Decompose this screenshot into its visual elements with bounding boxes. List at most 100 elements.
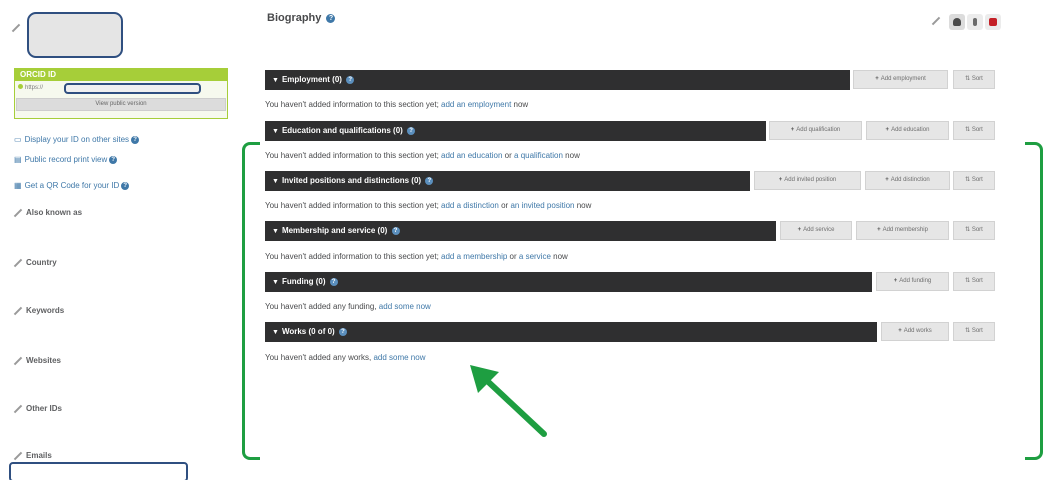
edit-pencil-icon[interactable] [14, 259, 22, 267]
print-icon: ▤ [14, 155, 22, 164]
employment-section-bar[interactable]: ▼ Employment (0) ? [265, 70, 850, 90]
sort-button[interactable]: ⇅ Sort [953, 272, 995, 291]
display-id-link[interactable]: ▭ Display your ID on other sites? [14, 135, 140, 144]
add-qualification-link[interactable]: a qualification [514, 151, 563, 160]
country-section: Country [14, 258, 57, 267]
education-section-bar[interactable]: ▼ Education and qualifications (0) ? [265, 121, 766, 141]
section-label: Other IDs [26, 404, 63, 413]
sort-button[interactable]: ⇅ Sort [953, 322, 995, 341]
view-public-version-button[interactable]: View public version [16, 98, 226, 111]
edit-biography-pencil-icon[interactable] [932, 17, 940, 25]
arrow-head [470, 365, 499, 393]
add-distinction-link[interactable]: add a distinction [441, 201, 499, 210]
also-known-as-section: Also known as [14, 208, 82, 217]
add-employment-button[interactable]: + Add employment [853, 70, 948, 89]
orcid-url-prefix[interactable]: https:// [25, 85, 43, 91]
section-title: Education and qualifications (0) [281, 126, 403, 135]
sort-icon: ⇅ [965, 127, 972, 133]
section-title: Works (0 of 0) [281, 327, 335, 336]
help-icon[interactable]: ? [425, 176, 434, 185]
edit-pencil-icon[interactable] [14, 209, 22, 217]
add-service-button[interactable]: + Add service [780, 221, 852, 240]
orcid-logo-icon [18, 84, 23, 89]
funding-section-bar[interactable]: ▼ Funding (0) ? [265, 272, 872, 292]
works-empty-message: You haven't added any works, add some no… [265, 353, 426, 362]
invited-positions-section-bar[interactable]: ▼ Invited positions and distinctions (0) … [265, 171, 750, 191]
sort-button[interactable]: ⇅ Sort [953, 171, 995, 190]
collapse-caret-icon[interactable]: ▼ [272, 329, 279, 336]
add-distinction-button[interactable]: + Add distinction [865, 171, 950, 190]
collapse-caret-icon[interactable]: ▼ [272, 228, 279, 235]
redacted-name-field [27, 12, 123, 58]
sort-button[interactable]: ⇅ Sort [953, 221, 995, 240]
add-funding-button[interactable]: + Add funding [876, 272, 949, 291]
qr-code-icon: ▦ [14, 181, 22, 190]
privacy-everyone-icon[interactable] [949, 14, 965, 30]
add-works-button[interactable]: + Add works [881, 322, 949, 341]
trusted-glyph-icon [973, 18, 977, 26]
help-icon[interactable]: ? [407, 126, 416, 135]
works-section-bar[interactable]: ▼ Works (0 of 0) ? [265, 322, 877, 342]
sort-icon: ⇅ [965, 278, 972, 284]
emails-section: Emails [14, 451, 52, 460]
add-service-link[interactable]: a service [519, 252, 551, 261]
collapse-caret-icon[interactable]: ▼ [272, 279, 279, 286]
sort-button[interactable]: ⇅ Sort [953, 121, 995, 140]
print-view-link[interactable]: ▤ Public record print view? [14, 155, 118, 164]
add-education-link[interactable]: add an education [441, 151, 502, 160]
orcid-id-box: ORCID ID https:// View public version [14, 68, 228, 119]
help-icon[interactable]: ? [326, 13, 336, 23]
edit-pencil-icon[interactable] [14, 405, 22, 413]
collapse-caret-icon[interactable]: ▼ [272, 77, 279, 84]
edit-pencil-icon[interactable] [14, 307, 22, 315]
help-icon[interactable]: ? [131, 135, 140, 144]
collapse-caret-icon[interactable]: ▼ [272, 178, 279, 185]
help-icon[interactable]: ? [109, 155, 118, 164]
add-invited-position-link[interactable]: an invited position [510, 201, 574, 210]
add-membership-link[interactable]: add a membership [441, 252, 507, 261]
section-label: Also known as [26, 208, 83, 217]
section-title: Membership and service (0) [281, 226, 388, 235]
sort-icon: ⇅ [965, 76, 972, 82]
add-works-link[interactable]: add some now [373, 353, 425, 362]
everyone-glyph-icon [953, 18, 961, 26]
funding-empty-message: You haven't added any funding, add some … [265, 302, 431, 311]
privacy-trusted-icon[interactable] [967, 14, 983, 30]
section-label: Emails [26, 451, 52, 460]
add-membership-button[interactable]: + Add membership [856, 221, 949, 240]
section-label: Keywords [26, 306, 65, 315]
section-title: Invited positions and distinctions (0) [281, 176, 422, 185]
section-title: Employment (0) [281, 75, 342, 84]
add-funding-link[interactable]: add some now [379, 302, 431, 311]
help-icon[interactable]: ? [338, 327, 347, 336]
arrow-shaft [479, 373, 547, 437]
keywords-section: Keywords [14, 306, 64, 315]
add-qualification-button[interactable]: + Add qualification [769, 121, 862, 140]
privacy-private-icon[interactable] [985, 14, 1001, 30]
employment-empty-message: You haven't added information to this se… [265, 100, 529, 109]
add-employment-link[interactable]: add an employment [441, 100, 511, 109]
help-icon[interactable]: ? [391, 226, 400, 235]
edit-pencil-icon[interactable] [14, 452, 22, 460]
highlight-bracket-right [1025, 142, 1043, 460]
edit-name-pencil-icon[interactable] [12, 24, 20, 32]
help-icon[interactable]: ? [121, 181, 130, 190]
add-education-button[interactable]: + Add education [866, 121, 949, 140]
qr-code-link[interactable]: ▦ Get a QR Code for your ID? [14, 181, 130, 190]
membership-empty-message: You haven't added information to this se… [265, 252, 568, 261]
other-ids-section: Other IDs [14, 404, 62, 413]
highlight-bracket-left [242, 142, 260, 460]
add-invited-position-button[interactable]: + Add invited position [754, 171, 861, 190]
orcid-url-row: https:// [15, 81, 227, 96]
redacted-orcid-url [64, 83, 201, 94]
collapse-caret-icon[interactable]: ▼ [272, 128, 279, 135]
sort-button[interactable]: ⇅ Sort [953, 70, 995, 89]
membership-section-bar[interactable]: ▼ Membership and service (0) ? [265, 221, 776, 241]
section-label: Country [26, 258, 57, 267]
help-icon[interactable]: ? [329, 277, 338, 286]
orcid-id-header: ORCID ID [15, 69, 227, 81]
edit-pencil-icon[interactable] [14, 357, 22, 365]
help-icon[interactable]: ? [346, 75, 355, 84]
invited-empty-message: You haven't added information to this se… [265, 201, 592, 210]
redacted-email-field [9, 462, 188, 480]
